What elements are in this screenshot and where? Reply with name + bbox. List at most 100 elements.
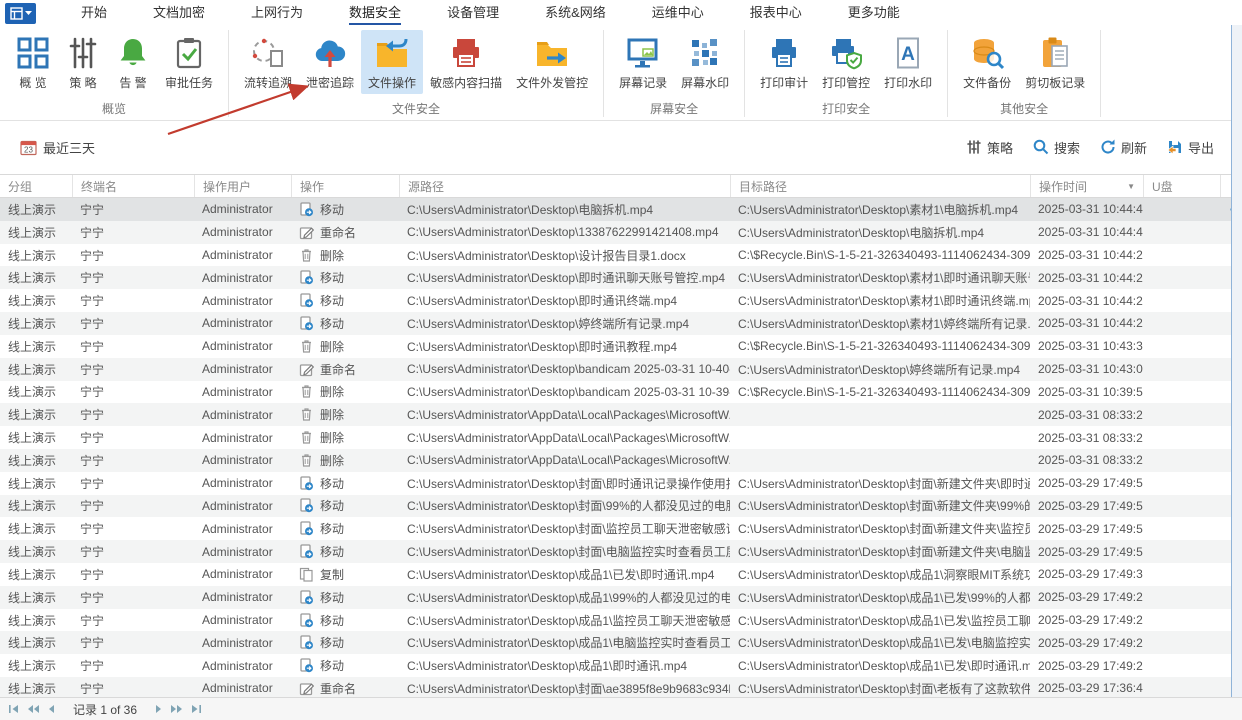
ribbon-button-打印管控[interactable]: 打印管控 — [815, 30, 877, 94]
cell-terminal: 宁宁 — [80, 681, 105, 696]
table-row[interactable]: 线上演示 宁宁 Administrator 移动 C:\Users\Administra… — [0, 517, 1232, 541]
print-watermark-icon: A — [891, 36, 925, 70]
column-header-操作[interactable]: 操作 — [291, 175, 399, 197]
cell-target-path: C:\Users\Administrator\Desktop\成品1\洞察眼MI… — [738, 567, 1030, 582]
cell-terminal: 宁宁 — [80, 545, 105, 560]
ribbon-button-打印水印[interactable]: A 打印水印 — [877, 30, 939, 94]
table-row[interactable]: 线上演示 宁宁 Administrator 移动 C:\Users\Administra… — [0, 198, 1232, 221]
table-row[interactable]: 线上演示 宁宁 Administrator 删除 C:\Users\Administra… — [0, 426, 1232, 449]
column-header-终端名[interactable]: 终端名 — [72, 175, 194, 197]
table-row[interactable]: 线上演示 宁宁 Administrator 移动 C:\Users\Administra… — [0, 608, 1232, 632]
next-page-button[interactable] — [154, 704, 163, 714]
cell-user: Administrator — [202, 498, 273, 513]
cell-terminal: 宁宁 — [80, 339, 105, 354]
menu-tab-系统&网络[interactable]: 系统&网络 — [522, 0, 629, 27]
table-row[interactable]: 线上演示 宁宁 Administrator 重命名 C:\Users\Administr… — [0, 220, 1232, 244]
print-audit-icon — [767, 36, 801, 70]
table-row[interactable]: 线上演示 宁宁 Administrator 删除 C:\Users\Administra… — [0, 334, 1232, 358]
table-row[interactable]: 线上演示 宁宁 Administrator 移动 C:\Users\Administra… — [0, 585, 1232, 609]
ribbon-button-打印审计[interactable]: 打印审计 — [753, 30, 815, 94]
cell-operation: 删除 — [291, 429, 399, 446]
menu-tab-开始[interactable]: 开始 — [58, 0, 130, 27]
ribbon-button-文件外发管控[interactable]: 文件外发管控 — [509, 30, 595, 94]
table-row[interactable]: 线上演示 宁宁 Administrator 删除 C:\Users\Administra… — [0, 403, 1232, 427]
column-header-源路径[interactable]: 源路径 — [399, 175, 730, 197]
menu-tab-运维中心[interactable]: 运维中心 — [629, 0, 727, 27]
column-header-操作时间[interactable]: 操作时间 ▼ — [1030, 175, 1143, 197]
cell-source-path: C:\Users\Administrator\Desktop\封面\即时通讯记录… — [407, 476, 730, 491]
ribbon-button-审批任务[interactable]: 审批任务 — [158, 30, 220, 94]
fast-prev-button[interactable] — [27, 704, 40, 714]
ribbon-button-文件备份[interactable]: 文件备份 — [956, 30, 1018, 94]
collapsed-side-panel[interactable] — [1231, 25, 1242, 698]
column-header-目标路径[interactable]: 目标路径 — [730, 175, 1030, 197]
date-filter-label: 最近三天 — [43, 140, 96, 156]
app-menu-button[interactable] — [5, 3, 36, 24]
table-row[interactable]: 线上演示 宁宁 Administrator 移动 C:\Users\Administra… — [0, 266, 1232, 290]
column-header-操作用户[interactable]: 操作用户 — [194, 175, 291, 197]
cell-operation-time: 2025-03-29 17:49:20 — [1038, 635, 1143, 650]
toolbar-action-搜索[interactable]: 搜索 — [1033, 138, 1080, 157]
cell-operation: 重命名 — [291, 680, 399, 697]
ribbon-button-label: 概 览 — [19, 76, 47, 90]
cell-target-path: C:\Users\Administrator\Desktop\电脑拆机.mp4 — [738, 225, 985, 240]
menu-tab-数据安全[interactable]: 数据安全 — [326, 0, 424, 27]
move-icon — [299, 544, 314, 559]
cell-target-path: C:\Users\Administrator\Desktop\封面\新建文件夹\… — [738, 545, 1030, 560]
table-row[interactable]: 线上演示 宁宁 Administrator 移动 C:\Users\Administra… — [0, 471, 1232, 495]
table-row[interactable]: 线上演示 宁宁 Administrator 移动 C:\Users\Administra… — [0, 289, 1232, 313]
leak-tracking-icon — [313, 36, 347, 70]
ribbon-button-屏幕记录[interactable]: 屏幕记录 — [612, 30, 674, 94]
fast-next-button[interactable] — [170, 704, 183, 714]
cell-target-path: C:\Users\Administrator\Desktop\素材1\婷终端所有… — [738, 316, 1030, 331]
table-row[interactable]: 线上演示 宁宁 Administrator 移动 C:\Users\Administra… — [0, 312, 1232, 335]
table-row[interactable]: 线上演示 宁宁 Administrator 移动 C:\Users\Administra… — [0, 494, 1232, 518]
prev-page-button[interactable] — [47, 704, 56, 714]
toolbar-action-刷新[interactable]: 刷新 — [1100, 138, 1147, 157]
menu-tab-设备管理[interactable]: 设备管理 — [424, 0, 522, 27]
cell-operation-time: 2025-03-31 08:33:22 — [1038, 430, 1143, 445]
ribbon-button-label: 文件备份 — [963, 76, 1012, 90]
date-range-filter-button[interactable]: 23 最近三天 — [20, 138, 95, 157]
cell-terminal: 宁宁 — [80, 408, 105, 423]
first-page-button[interactable] — [8, 704, 20, 714]
ribbon-button-流转追溯[interactable]: 流转追溯 — [237, 30, 299, 94]
table-row[interactable]: 线上演示 宁宁 Administrator 复制 C:\Users\Administra… — [0, 563, 1232, 586]
menu-tab-上网行为[interactable]: 上网行为 — [228, 0, 326, 27]
cell-target-path: C:\$Recycle.Bin\S-1-5-21-326340493-11140… — [738, 384, 1030, 399]
table-row[interactable]: 线上演示 宁宁 Administrator 重命名 C:\Users\Administr… — [0, 357, 1232, 381]
ribbon-button-告警[interactable]: 告 警 — [108, 30, 158, 94]
menu-tab-更多功能[interactable]: 更多功能 — [825, 0, 923, 27]
last-page-button[interactable] — [190, 704, 202, 714]
menu-tab-文档加密[interactable]: 文档加密 — [130, 0, 228, 27]
ribbon-button-敏感内容扫描[interactable]: 敏感内容扫描 — [423, 30, 509, 94]
ribbon-button-屏幕水印[interactable]: 屏幕水印 — [674, 30, 736, 94]
cell-operation: 复制 — [291, 566, 399, 583]
cell-target-path: C:\Users\Administrator\Desktop\成品1\已发\电脑… — [738, 636, 1030, 651]
cell-operation: 移动 — [291, 475, 399, 492]
menu-tab-报表中心[interactable]: 报表中心 — [727, 0, 825, 27]
table-row[interactable]: 线上演示 宁宁 Administrator 移动 C:\Users\Administra… — [0, 631, 1232, 655]
column-header-U盘[interactable]: U盘 — [1143, 175, 1220, 197]
cell-terminal: 宁宁 — [80, 225, 105, 240]
toolbar-action-策略[interactable]: 策略 — [966, 138, 1013, 157]
cell-group: 线上演示 — [8, 431, 57, 446]
table-row[interactable]: 线上演示 宁宁 Administrator 删除 C:\Users\Administra… — [0, 448, 1232, 472]
table-row[interactable]: 线上演示 宁宁 Administrator 删除 C:\Users\Administra… — [0, 380, 1232, 404]
table-row[interactable]: 线上演示 宁宁 Administrator 删除 C:\Users\Administra… — [0, 243, 1232, 267]
ribbon-button-泄密追踪[interactable]: 泄密追踪 — [299, 30, 361, 94]
operation-label: 删除 — [320, 408, 345, 423]
ribbon-button-策略[interactable]: 策 略 — [58, 30, 108, 94]
operation-label: 移动 — [320, 271, 345, 286]
ribbon-button-文件操作[interactable]: 文件操作 — [361, 30, 424, 94]
column-header-分组[interactable]: 分组 — [0, 175, 72, 197]
ribbon-button-概览[interactable]: 概 览 — [8, 30, 58, 94]
cell-source-path: C:\Users\Administrator\Desktop\bandicam … — [407, 384, 730, 399]
table-row[interactable]: 线上演示 宁宁 Administrator 移动 C:\Users\Administra… — [0, 540, 1232, 563]
sort-filter-icon[interactable]: ▼ — [1127, 182, 1135, 191]
ribbon-button-label: 打印审计 — [760, 76, 809, 90]
table-row[interactable]: 线上演示 宁宁 Administrator 移动 C:\Users\Administra… — [0, 654, 1232, 678]
group-separator — [1100, 30, 1102, 117]
ribbon-button-剪切板记录[interactable]: 剪切板记录 — [1018, 30, 1092, 94]
toolbar-action-导出[interactable]: 导出 — [1167, 138, 1214, 157]
